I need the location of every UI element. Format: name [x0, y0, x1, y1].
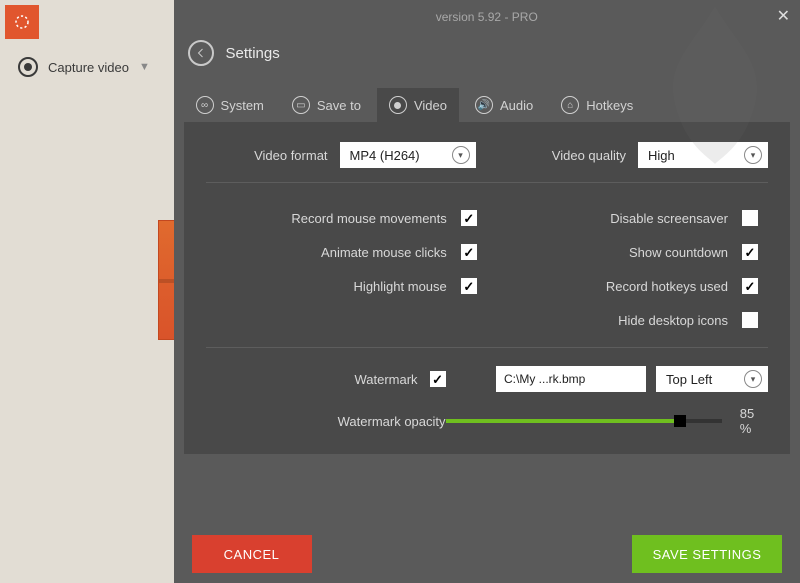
watermark-checkbox[interactable]: [430, 371, 446, 387]
save-settings-button[interactable]: SAVE SETTINGS: [632, 535, 782, 573]
settings-tabs: ∞ System ▭ Save to Video 🔊 Audio ⌂ Hotkeys: [184, 88, 800, 122]
capture-video-label: Capture video: [48, 60, 129, 75]
tab-video[interactable]: Video: [377, 88, 459, 122]
watermark-path-input[interactable]: [496, 366, 646, 392]
tab-audio[interactable]: 🔊 Audio: [463, 88, 545, 122]
watermark-opacity-label: Watermark opacity: [338, 414, 446, 429]
watermark-label: Watermark: [354, 372, 417, 387]
video-format-value: MP4 (H264): [350, 148, 420, 163]
video-quality-value: High: [648, 148, 675, 163]
tab-save-to-label: Save to: [317, 98, 361, 113]
highlight-mouse-checkbox[interactable]: [461, 278, 477, 294]
watermark-opacity-value: 85 %: [740, 406, 768, 436]
cancel-button[interactable]: CANCEL: [192, 535, 312, 573]
record-mouse-label: Record mouse movements: [291, 211, 446, 226]
chevron-down-icon: ▼: [139, 61, 150, 73]
animate-clicks-label: Animate mouse clicks: [321, 245, 447, 260]
divider: [206, 347, 768, 348]
watermark-position-value: Top Left: [666, 372, 712, 387]
video-icon: [389, 96, 407, 114]
animate-clicks-checkbox[interactable]: [461, 244, 477, 260]
tab-save-to[interactable]: ▭ Save to: [280, 88, 373, 122]
divider: [206, 182, 768, 183]
audio-icon: 🔊: [475, 96, 493, 114]
disable-screensaver-checkbox[interactable]: [742, 210, 758, 226]
record-hotkeys-label: Record hotkeys used: [606, 279, 728, 294]
chevron-down-icon: ▾: [452, 146, 470, 164]
camera-icon: ⌂: [561, 96, 579, 114]
video-format-select[interactable]: MP4 (H264) ▾: [340, 142, 476, 168]
tab-system-label: System: [221, 98, 264, 113]
hide-desktop-icons-label: Hide desktop icons: [618, 313, 728, 328]
version-text: version 5.92 - PRO: [174, 0, 800, 24]
record-icon: [18, 57, 38, 77]
folder-icon: ▭: [292, 96, 310, 114]
capture-region-button[interactable]: [5, 5, 39, 39]
video-quality-select[interactable]: High ▾: [638, 142, 768, 168]
show-countdown-label: Show countdown: [629, 245, 728, 260]
page-title: Settings: [226, 45, 280, 62]
capture-video-dropdown[interactable]: Capture video ▼: [18, 57, 174, 77]
link-icon: ∞: [196, 96, 214, 114]
tab-audio-label: Audio: [500, 98, 533, 113]
sidebar: Capture video ▼: [0, 0, 174, 583]
tab-hotkeys[interactable]: ⌂ Hotkeys: [549, 88, 645, 122]
video-quality-label: Video quality: [552, 148, 626, 163]
watermark-position-select[interactable]: Top Left ▾: [656, 366, 768, 392]
record-mouse-checkbox[interactable]: [461, 210, 477, 226]
disable-screensaver-label: Disable screensaver: [610, 211, 728, 226]
highlight-mouse-label: Highlight mouse: [354, 279, 447, 294]
chevron-down-icon: ▾: [744, 370, 762, 388]
show-countdown-checkbox[interactable]: [742, 244, 758, 260]
back-button[interactable]: [188, 40, 214, 66]
chevron-down-icon: ▾: [744, 146, 762, 164]
video-settings-pane: Video format MP4 (H264) ▾ Video quality …: [184, 122, 790, 454]
settings-panel: ✕ version 5.92 - PRO Settings ∞ System ▭ S…: [174, 0, 800, 583]
close-icon[interactable]: ✕: [777, 6, 790, 26]
hide-desktop-icons-checkbox[interactable]: [742, 312, 758, 328]
tab-video-label: Video: [414, 98, 447, 113]
video-format-label: Video format: [254, 148, 327, 163]
record-hotkeys-checkbox[interactable]: [742, 278, 758, 294]
watermark-opacity-slider[interactable]: [446, 413, 722, 429]
tab-system[interactable]: ∞ System: [184, 88, 276, 122]
tab-hotkeys-label: Hotkeys: [586, 98, 633, 113]
